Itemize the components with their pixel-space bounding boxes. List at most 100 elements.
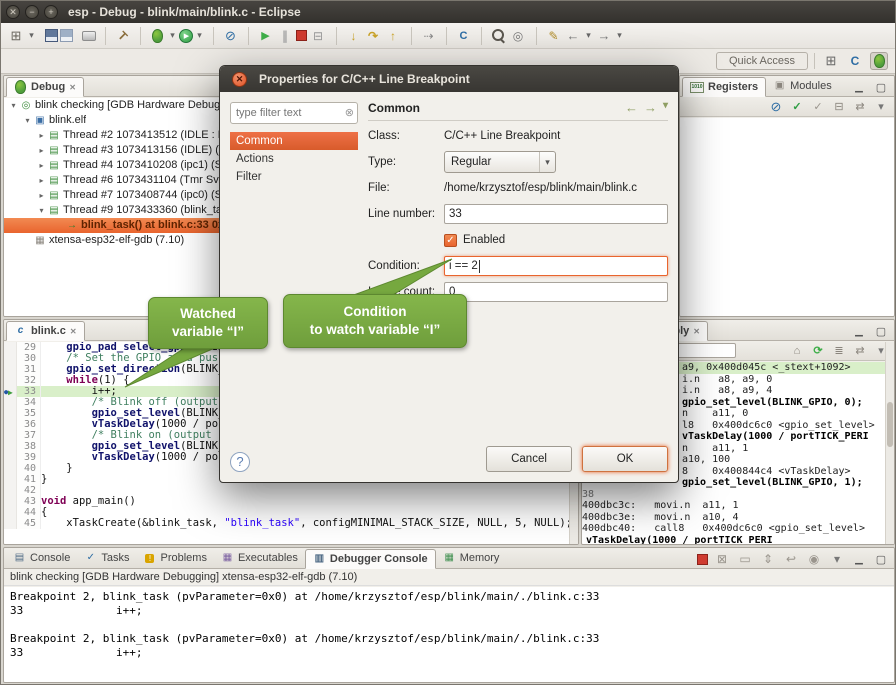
- breakpoint-marker-icon[interactable]: [4, 353, 17, 364]
- tree-expander-icon[interactable]: ▸: [36, 128, 47, 143]
- view-menu-icon[interactable]: [873, 99, 889, 115]
- breakpoint-marker-icon[interactable]: [4, 463, 17, 474]
- breakpoint-marker-icon[interactable]: [4, 474, 17, 485]
- disassembly-row[interactable]: 400dbc40: call8 0x400dc6c0 <gpio_set_lev…: [582, 523, 894, 535]
- forward-icon[interactable]: [595, 27, 613, 45]
- skip-all-breakpoints-icon[interactable]: [768, 99, 784, 115]
- new-c-file-icon[interactable]: [446, 27, 472, 45]
- collapse-all-icon[interactable]: [831, 99, 847, 115]
- tree-expander-icon[interactable]: ▸: [36, 188, 47, 203]
- code-line[interactable]: 42: [4, 485, 578, 496]
- tab-problems[interactable]: Problems: [136, 548, 213, 568]
- dialog-close-button[interactable]: ✕: [232, 72, 247, 87]
- minimize-view-icon[interactable]: [850, 78, 868, 96]
- scroll-lock-icon[interactable]: [759, 550, 777, 568]
- skip-all-breakpoints-icon[interactable]: [213, 27, 239, 45]
- word-wrap-icon[interactable]: [782, 550, 800, 568]
- save-icon[interactable]: [45, 29, 58, 42]
- clear-console-icon[interactable]: [736, 550, 754, 568]
- tree-expander-icon[interactable]: ▾: [8, 98, 19, 113]
- tab-modules[interactable]: Modules: [766, 76, 839, 96]
- tab-console[interactable]: Console: [6, 548, 77, 568]
- remove-launch-icon[interactable]: [713, 550, 731, 568]
- tree-expander-icon[interactable]: ▸: [36, 143, 47, 158]
- breakpoint-marker-icon[interactable]: [4, 430, 17, 441]
- forward-icon[interactable]: →: [644, 100, 657, 115]
- breakpoint-marker-icon[interactable]: [4, 397, 17, 408]
- forward-menu-icon[interactable]: [615, 27, 624, 45]
- clear-filter-icon[interactable]: ⊗: [345, 106, 354, 119]
- dialog-nav-item[interactable]: Actions: [230, 150, 358, 168]
- line-number-input[interactable]: [444, 204, 668, 224]
- condition-input[interactable]: i == 2: [444, 256, 668, 276]
- disassembly-row[interactable]: vTaskDelay(1000 / portTICK_PERI: [582, 535, 894, 545]
- instruction-stepping-icon[interactable]: [411, 27, 437, 45]
- code-line[interactable]: 43 void app_main(): [4, 496, 578, 507]
- goto-pc-icon[interactable]: [789, 343, 805, 359]
- window-maximize-button[interactable]: +: [44, 5, 58, 19]
- refresh-view-icon[interactable]: [810, 343, 826, 359]
- sync-selection-icon[interactable]: [852, 343, 868, 359]
- run-menu-icon[interactable]: [195, 27, 204, 45]
- tab-memory[interactable]: Memory: [436, 548, 507, 568]
- breakpoint-marker-icon[interactable]: [4, 375, 17, 386]
- disassembly-row[interactable]: 400dbc3e: movi.n a10, 4: [582, 512, 894, 524]
- maximize-view-icon[interactable]: [872, 322, 890, 340]
- breakpoint-marker-icon[interactable]: [4, 518, 17, 529]
- view-menu-icon[interactable]: [828, 550, 846, 568]
- new-wizard-icon[interactable]: [7, 27, 25, 45]
- resume-icon[interactable]: [248, 27, 274, 45]
- disassembly-scrollbar[interactable]: [885, 342, 894, 544]
- breakpoint-marker-icon[interactable]: [4, 419, 17, 430]
- enable-selected-icon[interactable]: [789, 99, 805, 115]
- tree-expander-icon[interactable]: ▸: [36, 158, 47, 173]
- type-dropdown[interactable]: Regular ▾: [444, 151, 556, 173]
- code-line[interactable]: 44 {: [4, 507, 578, 518]
- disassembly-row[interactable]: 400dbc3c: movi.n a11, 1: [582, 500, 894, 512]
- tab-debugger-console[interactable]: Debugger Console: [305, 549, 436, 569]
- tab-tasks[interactable]: Tasks: [77, 548, 136, 568]
- back-menu-icon[interactable]: [584, 27, 593, 45]
- suspend-icon[interactable]: [276, 27, 294, 45]
- filter-input[interactable]: [230, 102, 358, 124]
- breakpoint-marker-icon[interactable]: [4, 364, 17, 375]
- step-into-icon[interactable]: [336, 27, 362, 45]
- disassembly-row[interactable]: 38: [582, 489, 894, 501]
- dialog-nav-item[interactable]: Filter: [230, 168, 358, 186]
- ignore-count-input[interactable]: [444, 282, 668, 302]
- enabled-checkbox[interactable]: ✓: [444, 234, 457, 247]
- back-icon[interactable]: [564, 27, 582, 45]
- terminate-console-icon[interactable]: [697, 554, 708, 565]
- tab-debug[interactable]: Debug: [6, 77, 84, 97]
- window-close-button[interactable]: ✕: [6, 5, 20, 19]
- breakpoint-marker-icon[interactable]: [4, 507, 17, 518]
- link-with-debug-icon[interactable]: [852, 99, 868, 115]
- terminate-icon[interactable]: [296, 30, 307, 41]
- show-source-icon[interactable]: [831, 343, 847, 359]
- tree-expander-icon[interactable]: ▸: [36, 173, 47, 188]
- disconnect-icon[interactable]: [309, 27, 327, 45]
- breakpoint-marker-icon[interactable]: [4, 485, 17, 496]
- step-over-icon[interactable]: [364, 27, 382, 45]
- disable-selected-icon[interactable]: [810, 99, 826, 115]
- ok-button[interactable]: OK: [582, 446, 668, 472]
- dialog-nav-item[interactable]: Common: [230, 132, 358, 150]
- build-all-icon[interactable]: [105, 27, 131, 45]
- step-return-icon[interactable]: [384, 27, 402, 45]
- new-wizard-menu-icon[interactable]: [27, 27, 36, 45]
- tree-expander-icon[interactable]: ▾: [22, 113, 33, 128]
- quick-access-button[interactable]: Quick Access: [716, 52, 808, 70]
- console-output[interactable]: Breakpoint 2, blink_task (pvParameter=0x…: [4, 587, 894, 682]
- close-icon[interactable]: [70, 322, 77, 341]
- maximize-view-icon[interactable]: [872, 78, 890, 96]
- tab-blink-c[interactable]: blink.c: [6, 321, 85, 341]
- close-icon[interactable]: [69, 78, 76, 97]
- search-icon[interactable]: [481, 27, 507, 45]
- breakpoint-marker-icon[interactable]: [4, 452, 17, 463]
- debug-menu-icon[interactable]: [168, 27, 177, 45]
- window-minimize-button[interactable]: −: [25, 5, 39, 19]
- last-edit-location-icon[interactable]: [536, 27, 562, 45]
- maximize-view-icon[interactable]: [872, 550, 890, 568]
- tab-registers[interactable]: Registers: [682, 77, 766, 97]
- close-icon[interactable]: [693, 322, 700, 341]
